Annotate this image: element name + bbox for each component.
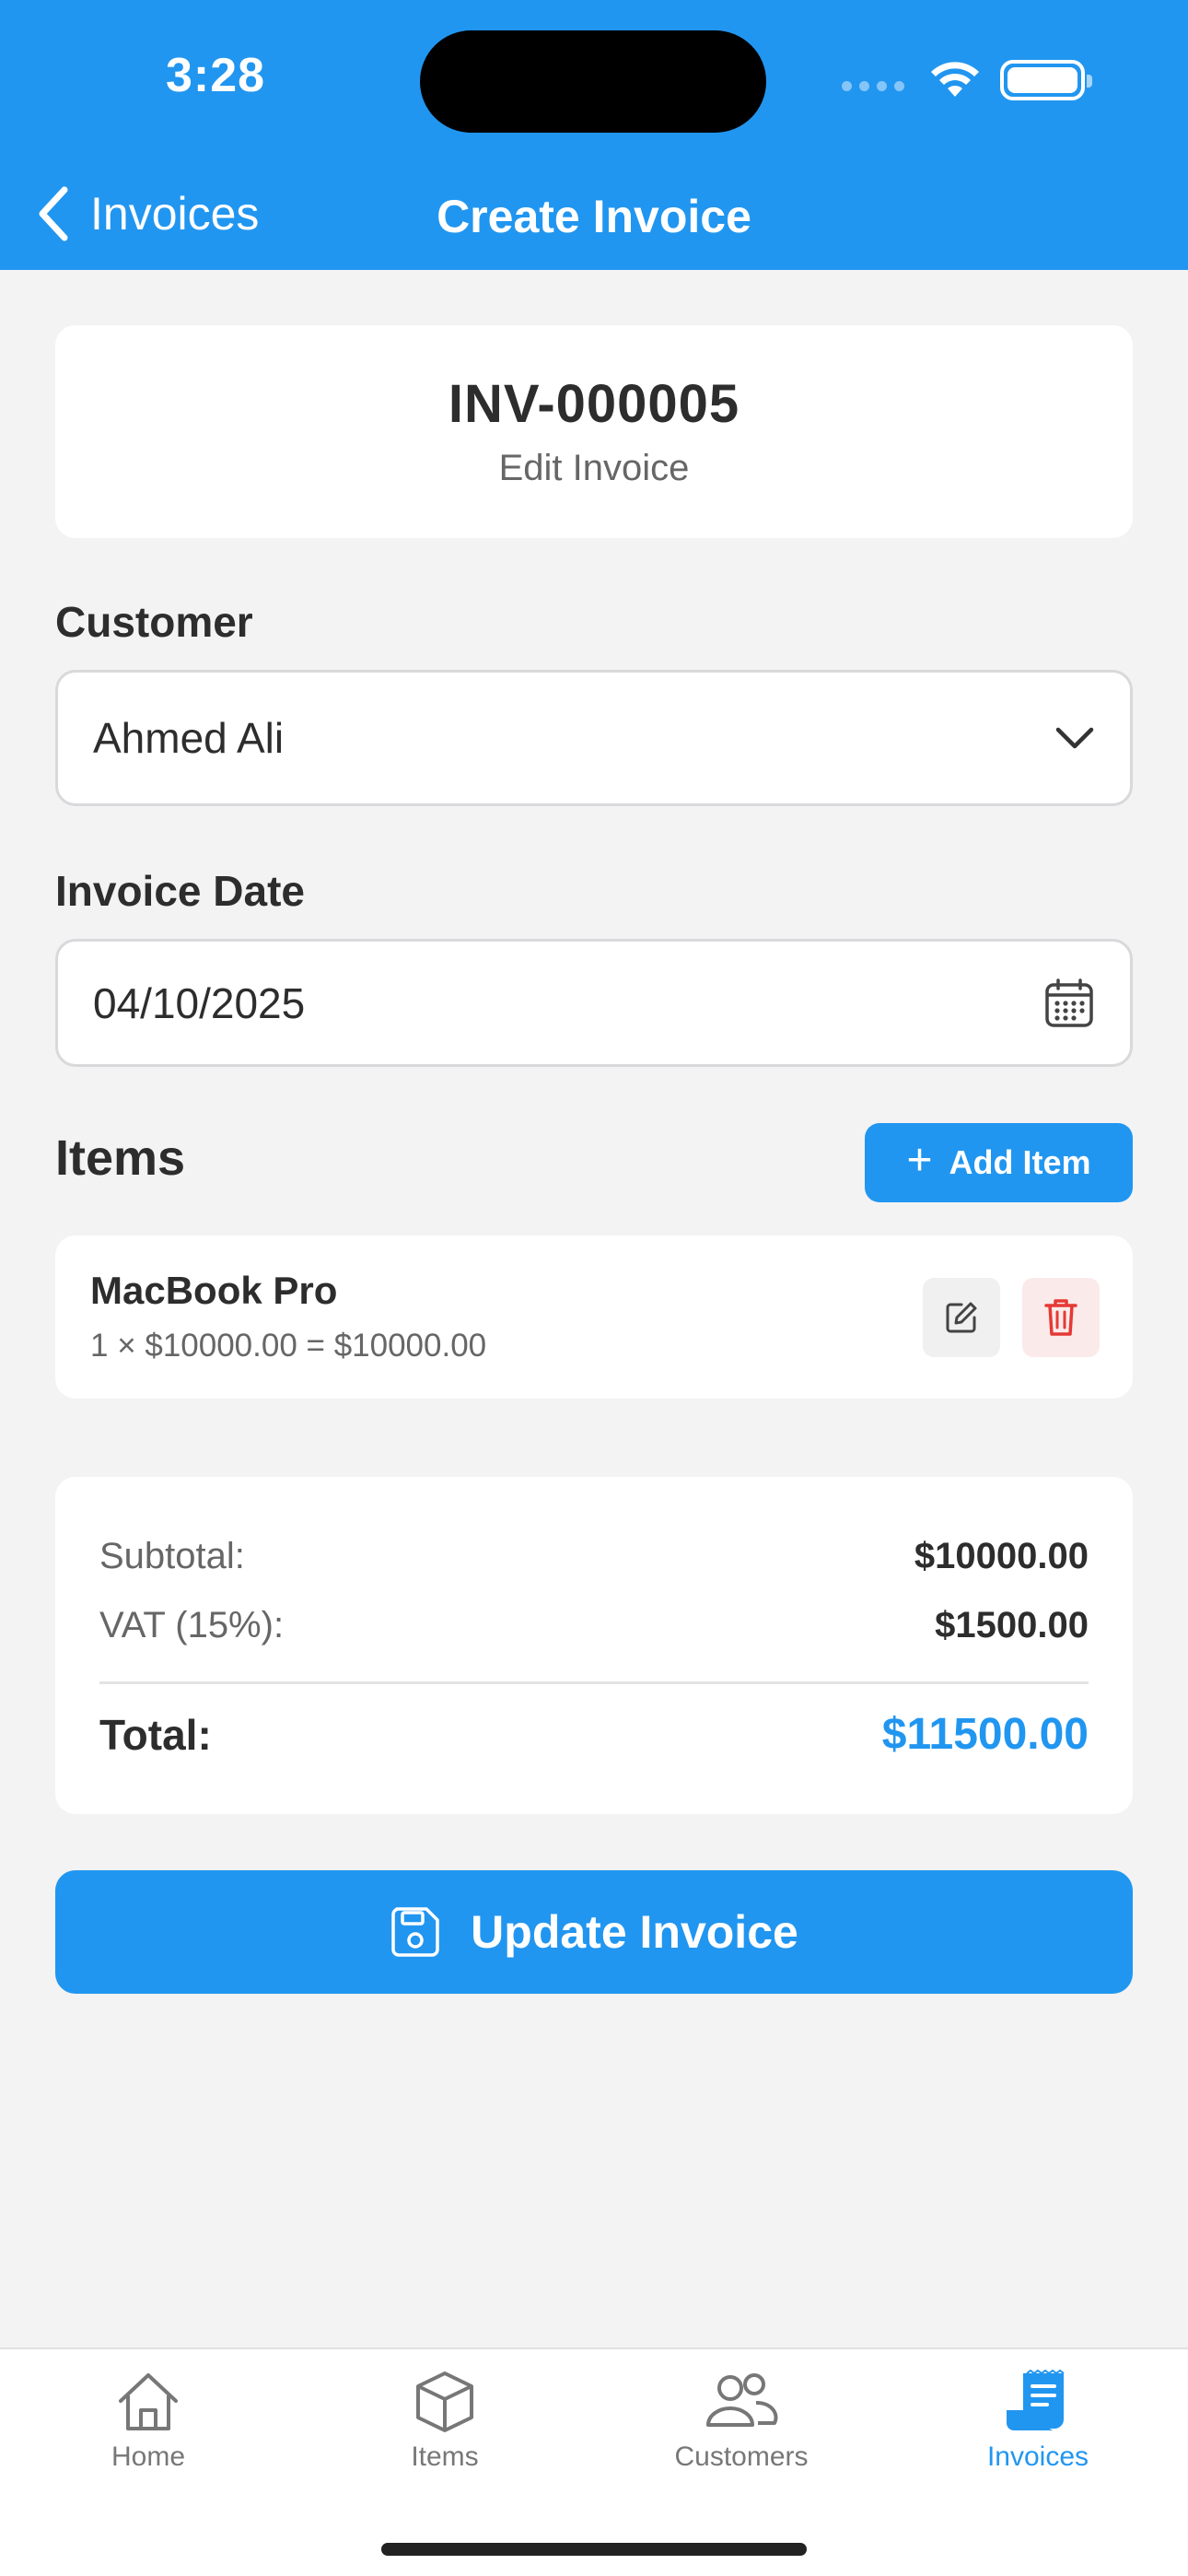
invoice-header-card: INV-000005 Edit Invoice xyxy=(55,325,1133,538)
total-row: Total: $11500.00 xyxy=(99,1709,1089,1760)
wifi-icon xyxy=(931,62,979,97)
list-item: MacBook Pro 1 × $10000.00 = $10000.00 xyxy=(55,1235,1133,1399)
subtotal-row: Subtotal: $10000.00 xyxy=(99,1536,1089,1577)
vat-label: VAT (15%): xyxy=(99,1605,285,1645)
edit-item-button[interactable] xyxy=(923,1278,1000,1357)
tab-items-label: Items xyxy=(411,2441,479,2472)
update-invoice-button[interactable]: Update Invoice xyxy=(55,1870,1133,1994)
page-title: Create Invoice xyxy=(437,191,751,242)
invoice-subtitle: Edit Invoice xyxy=(498,448,690,488)
users-icon xyxy=(706,2373,778,2427)
vat-row: VAT (15%): $1500.00 xyxy=(99,1605,1089,1646)
app-header: 3:28 Invoices Create Invoice xyxy=(0,0,1188,270)
dynamic-island xyxy=(420,30,766,133)
total-value: $11500.00 xyxy=(881,1710,1089,1759)
tab-items[interactable]: Items xyxy=(297,2370,593,2473)
invoice-date-value: 04/10/2025 xyxy=(93,978,306,1027)
calendar-icon[interactable] xyxy=(1043,978,1095,1029)
invoice-date-label: Invoice Date xyxy=(55,867,305,915)
edit-icon xyxy=(946,1302,977,1333)
home-indicator xyxy=(381,2543,807,2556)
status-time: 3:28 xyxy=(166,49,266,102)
total-label: Total: xyxy=(99,1710,212,1759)
item-name: MacBook Pro xyxy=(90,1269,338,1312)
status-indicators xyxy=(842,57,1092,103)
update-invoice-label: Update Invoice xyxy=(471,1906,798,1958)
customer-select[interactable]: Ahmed Ali xyxy=(55,670,1133,806)
items-section-title: Items xyxy=(55,1130,186,1186)
tab-customers-label: Customers xyxy=(674,2441,809,2472)
customer-label: Customer xyxy=(55,598,253,646)
trash-icon xyxy=(1044,1299,1077,1336)
subtotal-label: Subtotal: xyxy=(99,1536,245,1576)
delete-item-button[interactable] xyxy=(1022,1278,1100,1357)
subtotal-value: $10000.00 xyxy=(914,1536,1089,1576)
chevron-down-icon xyxy=(1055,727,1094,749)
tab-invoices-label: Invoices xyxy=(986,2441,1089,2472)
item-calculation: 1 × $10000.00 = $10000.00 xyxy=(90,1328,487,1364)
vat-value: $1500.00 xyxy=(935,1605,1089,1645)
save-icon xyxy=(391,1907,439,1957)
tab-invoices[interactable]: Invoices xyxy=(890,2370,1186,2473)
invoice-number: INV-000005 xyxy=(448,374,740,434)
tab-bar: Home Items Customers Invoices xyxy=(0,2348,1188,2576)
cellular-signal-icon xyxy=(842,80,904,91)
plus-icon: + xyxy=(906,1136,933,1185)
invoice-date-field[interactable]: 04/10/2025 xyxy=(55,939,1133,1067)
tab-customers[interactable]: Customers xyxy=(593,2370,890,2473)
totals-card: Subtotal: $10000.00 VAT (15%): $1500.00 … xyxy=(55,1477,1133,1814)
tab-home[interactable]: Home xyxy=(0,2370,297,2473)
tab-home-label: Home xyxy=(111,2441,186,2472)
battery-icon xyxy=(1000,60,1092,100)
customer-select-value: Ahmed Ali xyxy=(93,714,285,762)
totals-divider xyxy=(99,1681,1089,1684)
add-item-button-label: Add Item xyxy=(949,1143,1091,1181)
invoice-icon xyxy=(1007,2370,1065,2430)
add-item-button[interactable]: + Add Item xyxy=(865,1123,1133,1202)
box-icon xyxy=(416,2371,473,2432)
home-icon xyxy=(119,2373,178,2430)
